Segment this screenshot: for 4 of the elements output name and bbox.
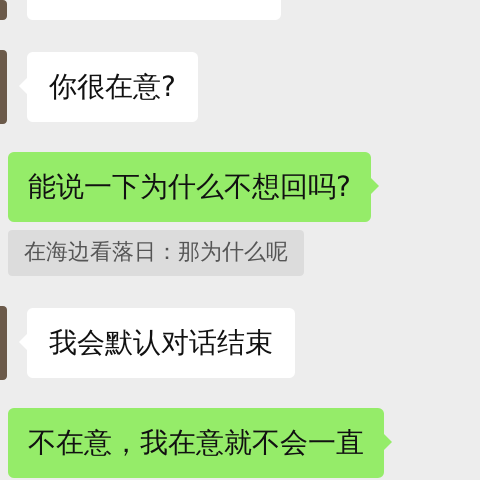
quoted-message: 在海边看落日：那为什么呢 <box>8 230 304 276</box>
bubble-tail <box>370 178 379 194</box>
bubble-tail <box>384 434 392 450</box>
avatar[interactable] <box>0 0 7 20</box>
